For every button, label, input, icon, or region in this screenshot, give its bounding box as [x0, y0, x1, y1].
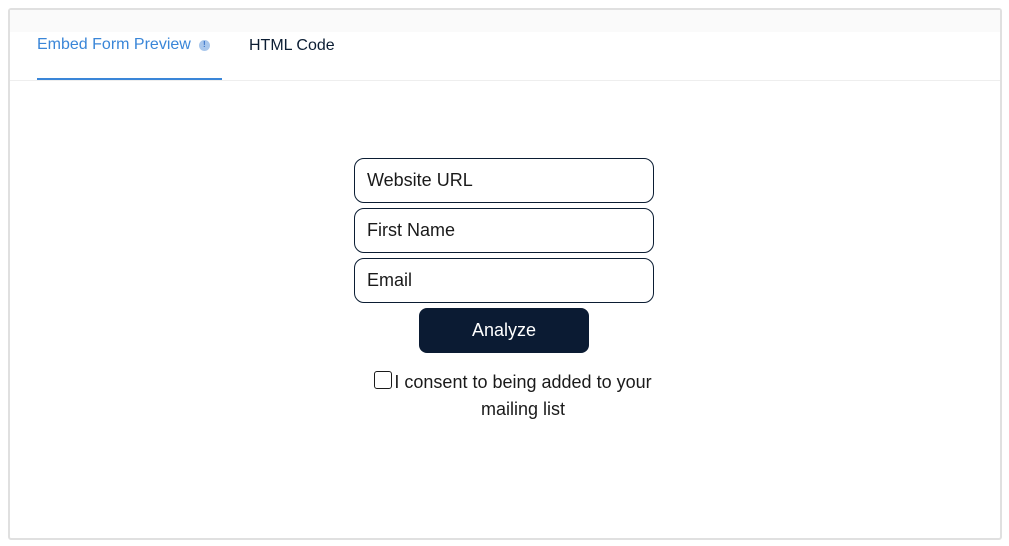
embed-form-panel: Embed Form Preview ! HTML Code Analyze I…: [8, 8, 1002, 540]
tab-embed-form-preview[interactable]: Embed Form Preview !: [37, 32, 222, 80]
embed-form: Analyze I consent to being added to your…: [354, 158, 654, 423]
tab-html-code-label: HTML Code: [249, 37, 335, 54]
first-name-input[interactable]: [354, 208, 654, 253]
consent-checkbox[interactable]: [374, 371, 392, 389]
tab-embed-form-preview-label: Embed Form Preview: [37, 36, 191, 53]
info-icon[interactable]: !: [198, 39, 210, 51]
consent-row: I consent to being added to your mailing…: [354, 369, 654, 423]
analyze-button[interactable]: Analyze: [419, 308, 589, 353]
email-input[interactable]: [354, 258, 654, 303]
website-url-input[interactable]: [354, 158, 654, 203]
panel-top-strip: [10, 10, 1000, 32]
tab-html-code[interactable]: HTML Code: [249, 32, 335, 80]
consent-label[interactable]: I consent to being added to your mailing…: [393, 369, 653, 423]
tab-bar: Embed Form Preview ! HTML Code: [10, 32, 1000, 81]
